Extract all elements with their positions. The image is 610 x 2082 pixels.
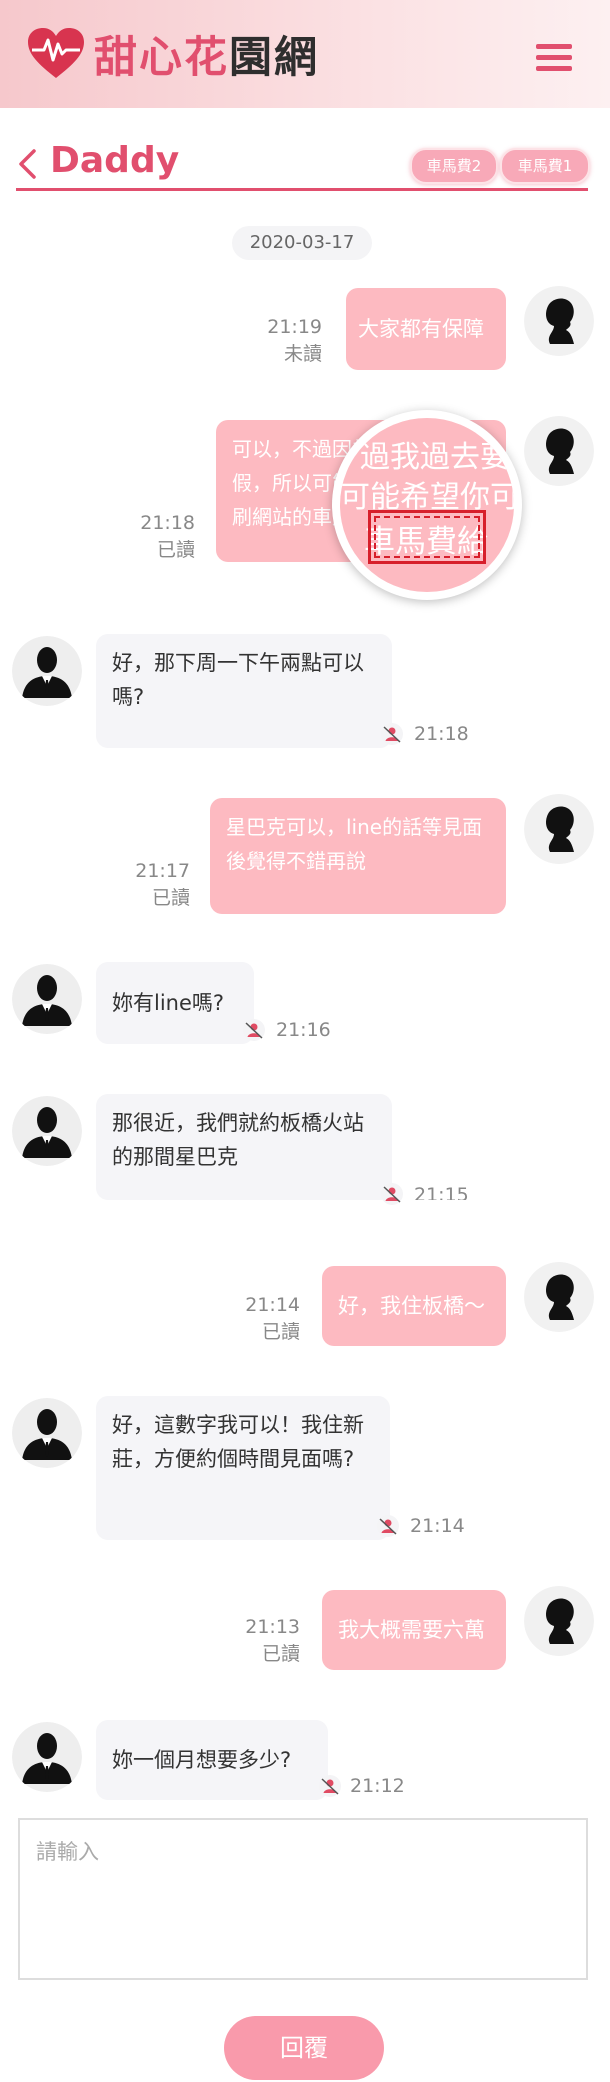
female-silhouette-icon (524, 794, 594, 864)
unread-person-icon (377, 1515, 399, 1537)
highlight-box (368, 510, 486, 564)
message-time: 21:17 (135, 860, 190, 882)
chevron-left-icon[interactable] (16, 148, 38, 180)
message-meta: 21:13 已讀 (220, 1614, 300, 1668)
male-silhouette-icon (12, 1096, 82, 1166)
message-time: 21:18 (414, 723, 469, 745)
message-time: 21:18 (140, 512, 195, 534)
hamburger-menu-icon[interactable] (536, 44, 572, 72)
read-status: 已讀 (261, 1321, 300, 1343)
chat-screen: 甜心花園網 Daddy 車馬費2 車馬費1 2020-03-17 大家都有保障 … (0, 0, 610, 2082)
unread-person-icon (319, 1775, 341, 1797)
heart-pulse-icon (28, 28, 84, 78)
male-silhouette-icon (12, 1722, 82, 1792)
message-time: 21:12 (350, 1775, 405, 1797)
female-silhouette-icon (524, 286, 594, 356)
title-divider (16, 188, 588, 191)
logo-text-tail: 園網 (229, 33, 319, 83)
message-time: 21:14 (245, 1294, 300, 1316)
male-silhouette-icon (12, 964, 82, 1034)
male-silhouette-icon (12, 1398, 82, 1468)
logo-text-main: 甜心花 (94, 33, 229, 83)
avatar-female[interactable] (524, 794, 594, 864)
message-time: 21:15 (414, 1184, 469, 1200)
message-bubble-out: 大家都有保障 (346, 288, 506, 370)
avatar-male[interactable] (12, 636, 82, 706)
message-time: 21:19 (267, 316, 322, 338)
read-status: 未讀 (283, 343, 322, 365)
message-meta: 21:18 已讀 (115, 510, 195, 564)
avatar-male[interactable] (12, 1398, 82, 1468)
female-silhouette-icon (524, 1586, 594, 1656)
message-bubble-in: 妳一個月想要多少? (96, 1720, 328, 1800)
avatar-female[interactable] (524, 1262, 594, 1332)
female-silhouette-icon (524, 416, 594, 486)
message-bubble-out: 星巴克可以，line的話等見面後覺得不錯再說 (210, 798, 506, 914)
logo-text: 甜心花園網 (94, 23, 319, 85)
message-meta: 21:14 已讀 (220, 1292, 300, 1346)
page-title: Daddy (50, 140, 180, 181)
message-bubble-out: 好，我住板橋～ (322, 1266, 506, 1346)
message-time: 21:14 (410, 1515, 465, 1537)
magnifier-lens: 過我過去要 可能希望你可 車馬費給 (340, 418, 514, 592)
message-bubble-in: 妳有line嗎? (96, 962, 254, 1044)
avatar-female[interactable] (524, 416, 594, 486)
message-time: 21:13 (245, 1616, 300, 1638)
message-bubble-in: 好，這數字我可以！我住新莊，方便約個時間見面嗎? (96, 1396, 390, 1540)
message-time: 21:16 (276, 1019, 331, 1041)
avatar-male[interactable] (12, 1722, 82, 1792)
avatar-male[interactable] (12, 964, 82, 1034)
message-bubble-in: 好，那下周一下午兩點可以嗎? (96, 634, 392, 748)
avatar-male[interactable] (12, 1096, 82, 1166)
message-input[interactable] (18, 1818, 588, 1980)
read-status: 已讀 (261, 1643, 300, 1665)
magnifier-highlight: 過我過去要 可能希望你可 車馬費給 (332, 410, 522, 600)
unread-person-icon (243, 1019, 265, 1041)
read-status: 已讀 (156, 539, 195, 561)
avatar-female[interactable] (524, 1586, 594, 1656)
tag-travel-fee-2[interactable]: 車馬費2 (410, 148, 498, 184)
read-status: 已讀 (151, 887, 190, 909)
message-meta: 21:19 未讀 (242, 314, 322, 368)
male-silhouette-icon (12, 636, 82, 706)
unread-person-icon (381, 723, 403, 745)
app-header: 甜心花園網 (0, 0, 610, 108)
message-bubble-out: 我大概需要六萬 (322, 1590, 506, 1670)
magnifier-text: 過我過去要 (360, 440, 510, 475)
avatar-female[interactable] (524, 286, 594, 356)
date-separator: 2020-03-17 (232, 226, 372, 260)
message-meta: 21:17 已讀 (110, 858, 190, 912)
message-bubble-in: 那很近，我們就約板橋火站的那間星巴克 (96, 1094, 392, 1200)
female-silhouette-icon (524, 1262, 594, 1332)
reply-button[interactable]: 回覆 (224, 2016, 384, 2080)
site-logo[interactable]: 甜心花園網 (26, 24, 319, 84)
tag-travel-fee-1[interactable]: 車馬費1 (500, 148, 590, 184)
unread-person-icon (381, 1183, 403, 1205)
